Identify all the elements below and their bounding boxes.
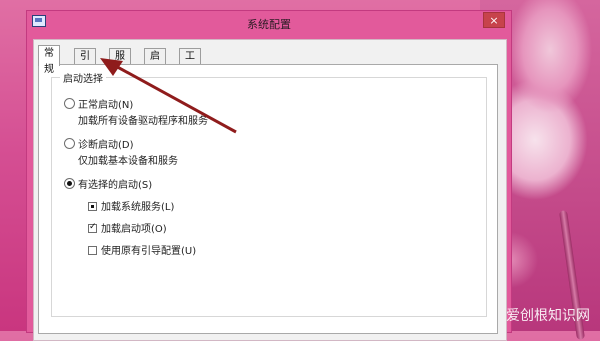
normal-startup-description: 加载所有设备驱动程序和服务	[78, 116, 208, 127]
selective-startup-radio[interactable]: 有选择的启动(S)	[64, 176, 152, 191]
load-startup-items-label: 加载启动项(O)	[101, 224, 167, 235]
normal-startup-label: 正常启动(N)	[78, 100, 134, 111]
normal-startup-radio[interactable]: 正常启动(N)	[64, 96, 133, 111]
radio-indicator-selected	[64, 178, 75, 189]
checkbox-indicator	[88, 222, 97, 233]
use-original-boot-config-checkbox[interactable]: 使用原有引导配置(U)	[88, 242, 196, 257]
radio-indicator	[64, 98, 75, 109]
load-system-services-label: 加载系统服务(L)	[101, 202, 175, 213]
close-button[interactable]: ×	[483, 12, 505, 28]
watermark: 爱创根知识网	[506, 308, 590, 324]
selective-startup-label: 有选择的启动(S)	[78, 180, 153, 191]
use-original-boot-config-label: 使用原有引导配置(U)	[101, 246, 197, 257]
dialog-body: 常规 引导 服务 启动 工具 启动选择 正常启动(N) 加载所有设备驱动程序和服…	[33, 39, 507, 341]
tab-tools[interactable]: 工具	[179, 48, 201, 78]
group-title: 启动选择	[60, 70, 106, 85]
tab-general[interactable]: 常规	[38, 45, 60, 75]
tab-startup[interactable]: 启动	[144, 48, 166, 78]
load-startup-items-checkbox[interactable]: 加载启动项(O)	[88, 220, 167, 235]
load-system-services-checkbox[interactable]: 加载系统服务(L)	[88, 198, 174, 213]
diagnostic-startup-description: 仅加载基本设备和服务	[78, 156, 178, 167]
diagnostic-startup-label: 诊断启动(D)	[78, 140, 134, 151]
system-config-window: 系统配置 × 常规 引导 服务 启动 工具 启动选择 正常启动(N) 加载所有设…	[26, 10, 512, 341]
radio-indicator	[64, 138, 75, 149]
tab-boot[interactable]: 引导	[74, 48, 96, 78]
startup-selection-group: 启动选择 正常启动(N) 加载所有设备驱动程序和服务 诊断启动(D) 仅加载基本…	[51, 70, 487, 317]
tab-services[interactable]: 服务	[109, 48, 131, 78]
general-tab-panel: 启动选择 正常启动(N) 加载所有设备驱动程序和服务 诊断启动(D) 仅加载基本…	[38, 64, 498, 334]
checkbox-indicator	[88, 202, 97, 211]
title-bar[interactable]: 系统配置 ×	[27, 11, 511, 35]
diagnostic-startup-radio[interactable]: 诊断启动(D)	[64, 136, 134, 151]
window-title: 系统配置	[247, 18, 291, 31]
checkbox-indicator	[88, 246, 97, 255]
